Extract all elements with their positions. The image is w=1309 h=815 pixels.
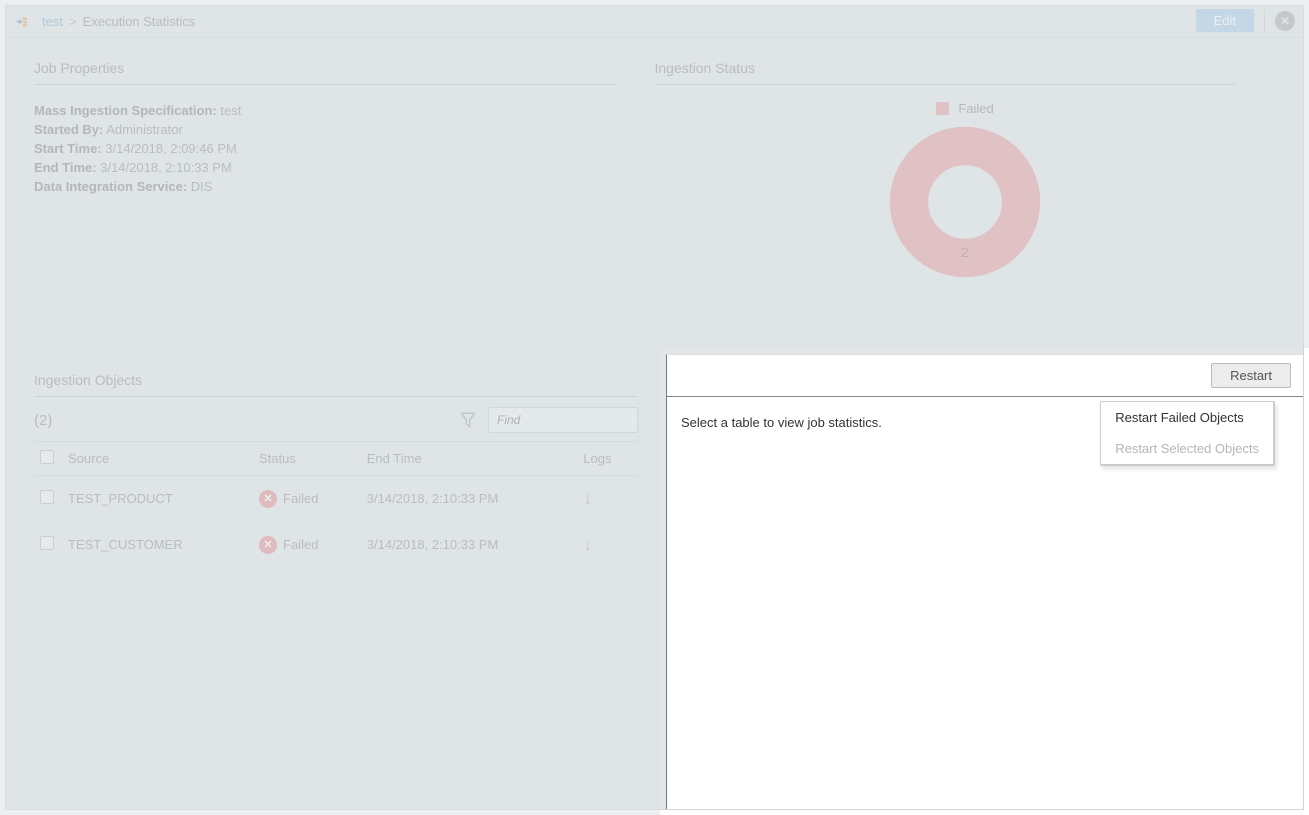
prop-spec-label: Mass Ingestion Specification: bbox=[34, 103, 217, 118]
select-all-checkbox[interactable] bbox=[40, 450, 54, 464]
prop-started-by-label: Started By: bbox=[34, 122, 103, 137]
breadcrumb-separator: > bbox=[69, 14, 77, 29]
prop-end-time: End Time: 3/14/2018, 2:10:33 PM bbox=[34, 158, 655, 177]
col-source[interactable]: Source bbox=[62, 442, 253, 476]
cell-status: Failed bbox=[283, 491, 318, 506]
col-logs[interactable]: Logs bbox=[577, 442, 638, 476]
prop-started-by-value: Administrator bbox=[106, 122, 183, 137]
prop-end-time-label: End Time: bbox=[34, 160, 97, 175]
row-checkbox[interactable] bbox=[40, 536, 54, 550]
ingestion-flow-icon bbox=[16, 14, 36, 30]
prop-spec: Mass Ingestion Specification: test bbox=[34, 101, 655, 120]
donut-chart-wrap: 2 bbox=[655, 122, 1276, 282]
col-end-time[interactable]: End Time bbox=[361, 442, 578, 476]
top-bar: test > Execution Statistics Edit ✕ bbox=[6, 6, 1303, 38]
prop-dis-value: DIS bbox=[191, 179, 213, 194]
status-badge: ✕ Failed bbox=[259, 536, 355, 554]
ingestion-objects-title: Ingestion Objects bbox=[34, 372, 638, 397]
objects-table: Source Status End Time Logs TEST_PRODUCT bbox=[34, 441, 638, 568]
table-header-row: Source Status End Time Logs bbox=[34, 442, 638, 476]
cell-source: TEST_CUSTOMER bbox=[62, 522, 253, 568]
top-separator bbox=[1264, 10, 1265, 32]
detail-panel: Restart Select a table to view job stati… bbox=[666, 354, 1303, 809]
edit-button[interactable]: Edit bbox=[1196, 9, 1254, 32]
top-right-controls: Edit ✕ bbox=[1196, 9, 1295, 32]
job-properties-title: Job Properties bbox=[34, 60, 615, 85]
filter-icon[interactable] bbox=[458, 410, 478, 430]
table-row[interactable]: TEST_CUSTOMER ✕ Failed 3/14/2018, 2:10:3… bbox=[34, 522, 638, 568]
prop-dis-label: Data Integration Service: bbox=[34, 179, 187, 194]
ingestion-objects-panel: Ingestion Objects (2) bbox=[6, 354, 666, 809]
prop-spec-value: test bbox=[220, 103, 241, 118]
cell-end-time: 3/14/2018, 2:10:33 PM bbox=[361, 476, 578, 522]
breadcrumb-current: Execution Statistics bbox=[83, 14, 196, 29]
ingestion-status-title: Ingestion Status bbox=[655, 60, 1236, 85]
legend-swatch-icon bbox=[936, 102, 949, 115]
fail-icon: ✕ bbox=[259, 490, 277, 508]
download-log-icon[interactable]: ↓ bbox=[583, 534, 592, 554]
prop-start-time-label: Start Time: bbox=[34, 141, 102, 156]
breadcrumb: test > Execution Statistics bbox=[16, 14, 195, 30]
dropdown-restart-failed[interactable]: Restart Failed Objects bbox=[1101, 402, 1273, 433]
ingestion-status-panel: Ingestion Status Failed 2 bbox=[655, 60, 1276, 326]
legend-failed: Failed bbox=[655, 101, 1276, 116]
restart-toolbar: Restart bbox=[667, 355, 1303, 397]
prop-start-time-value: 3/14/2018, 2:09:46 PM bbox=[105, 141, 237, 156]
prop-dis: Data Integration Service: DIS bbox=[34, 177, 655, 196]
cell-status: Failed bbox=[283, 537, 318, 552]
dropdown-restart-selected: Restart Selected Objects bbox=[1101, 433, 1273, 464]
donut-chart: 2 bbox=[885, 122, 1045, 282]
donut-count: 2 bbox=[885, 244, 1045, 260]
fail-icon: ✕ bbox=[259, 536, 277, 554]
job-properties-panel: Job Properties Mass Ingestion Specificat… bbox=[34, 60, 655, 326]
lower-split: Ingestion Objects (2) bbox=[6, 354, 1303, 809]
cell-source: TEST_PRODUCT bbox=[62, 476, 253, 522]
restart-button[interactable]: Restart bbox=[1211, 363, 1291, 388]
filter-group bbox=[458, 407, 638, 433]
breadcrumb-link-test[interactable]: test bbox=[42, 14, 63, 29]
status-badge: ✕ Failed bbox=[259, 490, 355, 508]
close-icon[interactable]: ✕ bbox=[1275, 11, 1295, 31]
cell-end-time: 3/14/2018, 2:10:33 PM bbox=[361, 522, 578, 568]
page-root: test > Execution Statistics Edit ✕ Job P… bbox=[5, 5, 1304, 810]
prop-started-by: Started By: Administrator bbox=[34, 120, 655, 139]
objects-toolbar: (2) bbox=[34, 407, 638, 433]
prop-end-time-value: 3/14/2018, 2:10:33 PM bbox=[100, 160, 232, 175]
find-input[interactable] bbox=[488, 407, 638, 433]
legend-failed-label: Failed bbox=[958, 101, 993, 116]
restart-dropdown: Restart Failed Objects Restart Selected … bbox=[1100, 401, 1275, 466]
summary-panels: Job Properties Mass Ingestion Specificat… bbox=[6, 38, 1303, 348]
row-checkbox[interactable] bbox=[40, 490, 54, 504]
download-log-icon[interactable]: ↓ bbox=[583, 488, 592, 508]
col-status[interactable]: Status bbox=[253, 442, 361, 476]
table-row[interactable]: TEST_PRODUCT ✕ Failed 3/14/2018, 2:10:33… bbox=[34, 476, 638, 522]
prop-start-time: Start Time: 3/14/2018, 2:09:46 PM bbox=[34, 139, 655, 158]
objects-count: (2) bbox=[34, 412, 52, 429]
